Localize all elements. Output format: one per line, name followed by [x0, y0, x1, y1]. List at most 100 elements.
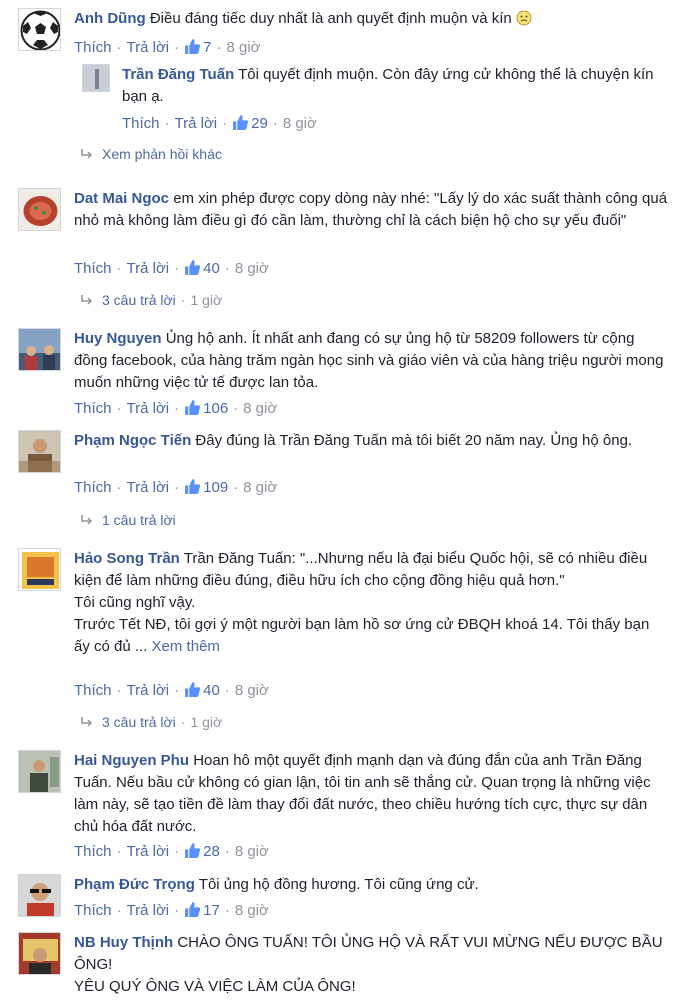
comment-time[interactable]: 8 giờ [235, 682, 269, 699]
comment-author[interactable]: Dat Mai Ngoc [74, 190, 169, 207]
like-count[interactable]: 40 [184, 260, 220, 277]
replies-time: 1 giờ [190, 292, 223, 308]
comment-actions: Thích · Trả lời · 17 · 8 giờ [74, 901, 269, 921]
like-button[interactable]: Thích [74, 260, 112, 277]
like-count-value: 29 [251, 115, 268, 132]
comment-author[interactable]: Anh Dũng [74, 10, 146, 27]
comment-body: Hảo Song Trần Trần Đăng Tuấn: "...Nhưng … [74, 548, 668, 658]
reply-button[interactable]: Trả lời [127, 843, 170, 860]
separator: · [116, 902, 122, 919]
like-button[interactable]: Thích [74, 39, 112, 56]
avatar[interactable] [82, 64, 110, 92]
comment-author[interactable]: Hảo Song Trần [74, 550, 180, 567]
separator: · [180, 292, 186, 308]
emoji-icon [516, 10, 532, 26]
comment-actions: Thích · Trả lời · 106 · 8 giờ [74, 399, 277, 419]
separator: · [174, 902, 180, 919]
separator: · [116, 843, 122, 860]
reply-button[interactable]: Trả lời [127, 400, 170, 417]
separator: · [174, 260, 180, 277]
reply-arrow-icon [81, 149, 93, 159]
replies-link[interactable]: 3 câu trả lời · 1 giờ [80, 290, 222, 310]
like-count[interactable]: 106 [184, 400, 228, 417]
soccer-ball-icon [20, 10, 60, 50]
avatar[interactable] [18, 932, 61, 975]
thumbs-up-icon [185, 39, 201, 54]
thumbs-up-icon [185, 260, 201, 275]
like-count[interactable]: 109 [184, 479, 228, 496]
comment-time[interactable]: 8 giờ [235, 902, 269, 919]
like-count-value: 17 [203, 902, 220, 919]
comment-time[interactable]: 8 giờ [243, 400, 277, 417]
avatar[interactable] [18, 548, 61, 591]
reply-button[interactable]: Trả lời [127, 39, 170, 56]
separator: · [233, 479, 239, 496]
avatar[interactable] [18, 430, 61, 473]
comment-author[interactable]: Phạm Đức Trọng [74, 876, 195, 893]
comment-author[interactable]: Huy Nguyen [74, 330, 162, 347]
separator: · [116, 400, 122, 417]
like-count[interactable]: 29 [232, 115, 268, 132]
like-button[interactable]: Thích [74, 902, 112, 919]
avatar[interactable] [18, 874, 61, 917]
comment-actions: Thích · Trả lời · 28 · 8 giờ [74, 842, 269, 862]
reply-button[interactable]: Trả lời [127, 479, 170, 496]
comment-actions: Thích · Trả lời · 109 · 8 giờ [74, 478, 277, 498]
like-count[interactable]: 28 [184, 843, 220, 860]
comment-text: Điều đáng tiếc duy nhất là anh quyết địn… [149, 10, 512, 27]
separator: · [216, 39, 222, 56]
comment-body: Phạm Đức Trọng Tôi ủng hộ đồng hương. Tô… [74, 874, 668, 896]
reply-button[interactable]: Trả lời [175, 115, 218, 132]
comment-body: Huy Nguyen Ủng hộ anh. Ít nhất anh đang … [74, 328, 668, 394]
thumbs-up-icon [185, 400, 201, 415]
separator: · [116, 682, 122, 699]
separator: · [224, 682, 230, 699]
like-count[interactable]: 7 [184, 39, 211, 56]
food-photo-icon [19, 189, 60, 230]
reply-arrow-icon [81, 295, 93, 305]
see-more-link[interactable]: Xem thêm [152, 638, 220, 655]
comment-author[interactable]: NB Huy Thịnh [74, 934, 173, 951]
more-replies-link[interactable]: Xem phản hồi khác [80, 144, 222, 164]
like-count[interactable]: 17 [184, 902, 220, 919]
reply-button[interactable]: Trả lời [127, 260, 170, 277]
replies-link[interactable]: 3 câu trả lời · 1 giờ [80, 712, 222, 732]
reply-button[interactable]: Trả lời [127, 682, 170, 699]
comment-text: Đây đúng là Trần Đăng Tuấn mà tôi biết 2… [195, 432, 633, 449]
comment-time[interactable]: 8 giờ [235, 260, 269, 277]
comment-time[interactable]: 8 giờ [243, 479, 277, 496]
like-button[interactable]: Thích [74, 479, 112, 496]
avatar[interactable] [18, 188, 61, 231]
thumbs-up-icon [185, 843, 201, 858]
comment-author[interactable]: Phạm Ngọc Tiến [74, 432, 191, 449]
comment-author[interactable]: Hai Nguyen Phu [74, 752, 189, 769]
comment-time[interactable]: 8 giờ [226, 39, 260, 56]
avatar[interactable] [18, 328, 61, 371]
like-count[interactable]: 40 [184, 682, 220, 699]
separator: · [174, 843, 180, 860]
comment-actions: Thích · Trả lời · 7 · 8 giờ [74, 38, 261, 58]
like-button[interactable]: Thích [74, 843, 112, 860]
separator: · [116, 479, 122, 496]
person-photo-icon [83, 65, 109, 91]
separator: · [116, 39, 122, 56]
logo-photo-icon [19, 549, 60, 590]
separator: · [174, 39, 180, 56]
like-button[interactable]: Thích [122, 115, 160, 132]
comment-author[interactable]: Trần Đăng Tuấn [122, 66, 234, 83]
replies-link[interactable]: 1 câu trả lời [80, 510, 176, 530]
like-button[interactable]: Thích [74, 400, 112, 417]
comment-body: Hai Nguyen Phu Hoan hô một quyết định mạ… [74, 750, 668, 838]
avatar[interactable] [18, 8, 61, 51]
like-button[interactable]: Thích [74, 682, 112, 699]
reply-button[interactable]: Trả lời [127, 902, 170, 919]
comment-time[interactable]: 8 giờ [283, 115, 317, 132]
separator: · [224, 902, 230, 919]
separator: · [180, 714, 186, 730]
separator: · [224, 260, 230, 277]
more-replies-label: Xem phản hồi khác [102, 146, 222, 162]
avatar[interactable] [18, 750, 61, 793]
comment-actions: Thích · Trả lời · 29 · 8 giờ [122, 114, 317, 134]
comment-time[interactable]: 8 giờ [235, 843, 269, 860]
thumbs-up-icon [185, 682, 201, 697]
